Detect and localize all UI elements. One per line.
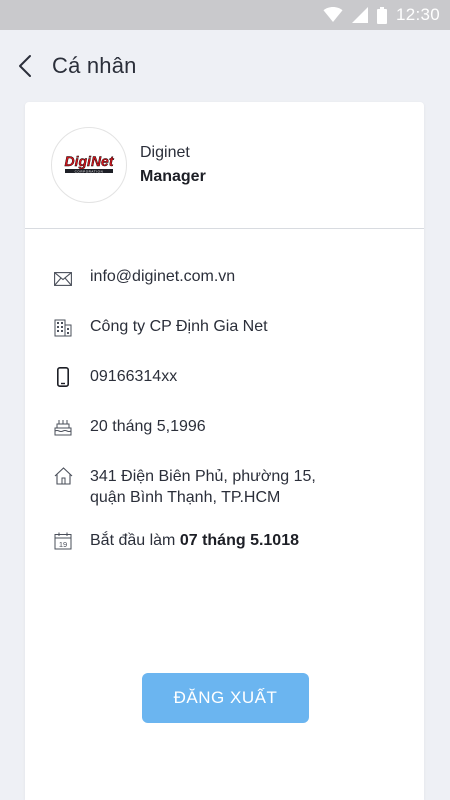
- profile-name: Diginet: [140, 144, 190, 161]
- profile-card: DigiNet CORPORATION Diginet Manager info…: [25, 102, 424, 800]
- start-date-text: Bắt đầu làm 07 tháng 5.1018: [90, 530, 299, 551]
- phone-text: 09166314xx: [90, 368, 178, 385]
- phone-icon: [53, 367, 73, 387]
- company-text: Công ty CP Định Gia Net: [90, 318, 268, 335]
- back-button[interactable]: [18, 52, 42, 80]
- status-bar: 12:30: [0, 0, 450, 30]
- mail-icon: [53, 269, 73, 289]
- address-text: 341 Điện Biên Phủ, phường 15, quận Bình …: [90, 466, 316, 508]
- diginet-logo: DigiNet CORPORATION: [64, 153, 115, 174]
- start-date-prefix: Bắt đầu làm: [90, 532, 180, 549]
- avatar: DigiNet CORPORATION: [51, 127, 127, 203]
- profile-role: Manager: [140, 168, 206, 185]
- wifi-icon: [323, 7, 343, 22]
- calendar-icon: 19: [53, 531, 73, 551]
- svg-text:CORPORATION: CORPORATION: [75, 169, 104, 173]
- logout-button[interactable]: ĐĂNG XUẤT: [142, 673, 309, 723]
- svg-text:DigiNet: DigiNet: [65, 153, 115, 169]
- cake-icon: [53, 417, 73, 437]
- birthday-text: 20 tháng 5,1996: [90, 418, 206, 435]
- start-date-value: 07 tháng 5.1018: [179, 532, 299, 549]
- signal-icon: [351, 7, 368, 23]
- page-title: Cá nhân: [52, 53, 137, 78]
- calendar-day: 19: [59, 540, 67, 549]
- email-text: info@diginet.com.vn: [90, 268, 236, 285]
- profile-section: DigiNet CORPORATION Diginet Manager: [25, 102, 424, 229]
- home-icon: [53, 466, 73, 486]
- app-header: Cá nhân: [0, 30, 450, 102]
- chevron-left-icon: [19, 55, 31, 77]
- address-line2: quận Bình Thạnh, TP.HCM: [90, 489, 281, 506]
- status-time: 12:30: [395, 5, 440, 24]
- address-line1: 341 Điện Biên Phủ, phường 15,: [90, 468, 316, 485]
- battery-icon: [376, 6, 387, 24]
- building-icon: [53, 318, 73, 338]
